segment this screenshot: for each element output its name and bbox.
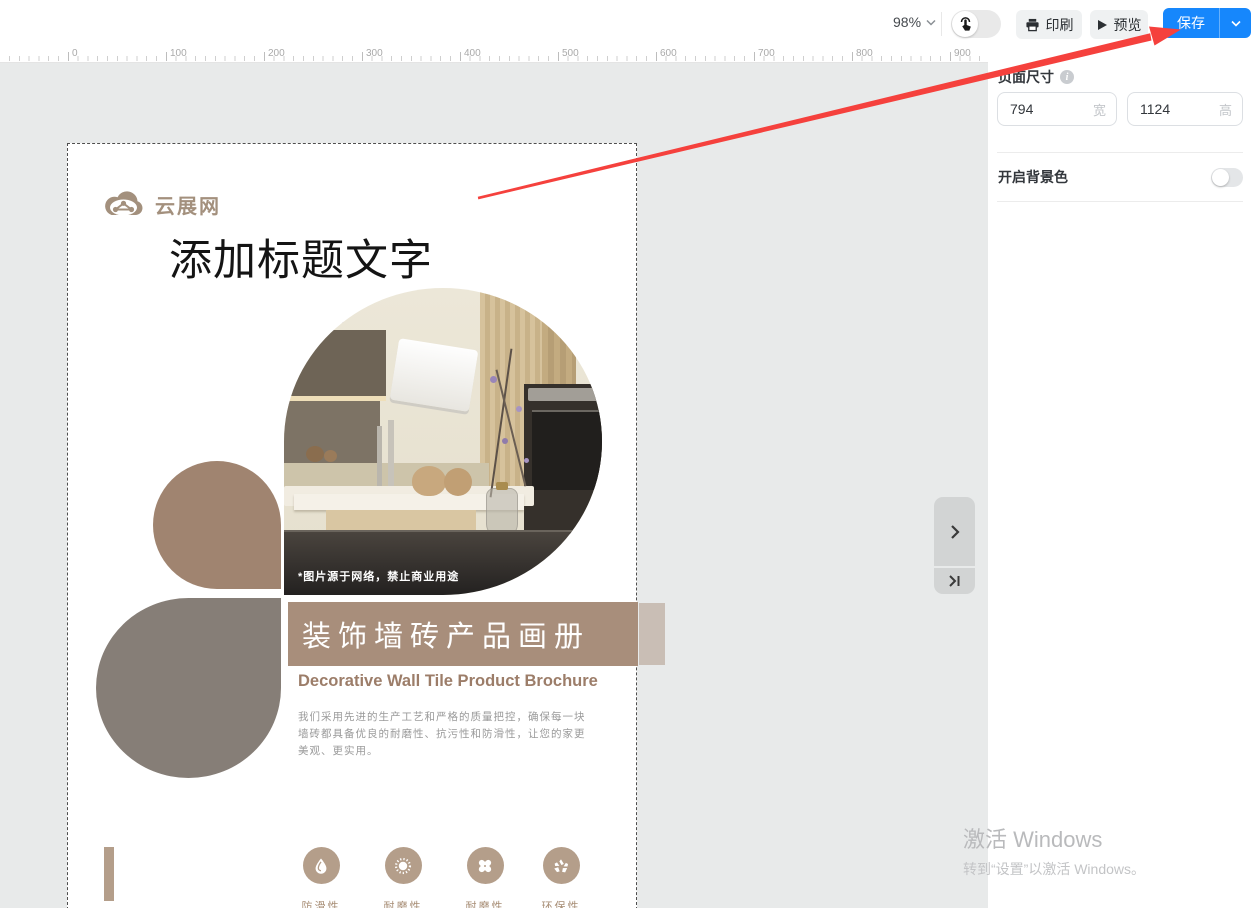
print-button[interactable]: 印刷 — [1016, 10, 1082, 39]
width-input-wrap: 宽 — [997, 92, 1117, 126]
panel-divider — [997, 201, 1243, 202]
title-banner[interactable]: 装饰墙砖产品画册 — [288, 602, 638, 666]
recycle-icon — [543, 847, 580, 884]
photo-wood-ball1 — [412, 466, 446, 496]
chevron-down-icon — [926, 19, 936, 26]
width-unit-label: 宽 — [1093, 100, 1106, 119]
feature-wear-resist-2[interactable]: 耐磨性 — [445, 847, 525, 908]
photo-cabinet-dark — [284, 330, 386, 396]
feature-anti-slip[interactable]: 防滑性 — [281, 847, 361, 908]
accent-bar-shape[interactable] — [104, 847, 114, 901]
photo-oven-glass — [532, 410, 602, 490]
photo-oven-handle — [528, 388, 602, 401]
toggle-knob — [1212, 169, 1229, 186]
chevron-right-icon — [947, 524, 963, 540]
preview-label: 预览 — [1114, 15, 1142, 35]
photo-decor-jar1 — [306, 446, 324, 462]
panel-divider — [997, 152, 1243, 153]
page-navigation — [934, 497, 975, 594]
photo-utensil1 — [377, 426, 382, 486]
ruler-tick: 700 — [754, 52, 755, 61]
photo-blossom4 — [524, 458, 529, 463]
ruler-minor-ticks — [9, 56, 988, 61]
photo-vase-neck — [496, 482, 508, 490]
last-page-button[interactable] — [934, 568, 975, 594]
feature-label: 耐磨性 — [363, 898, 443, 908]
image-source-caption[interactable]: *图片源于网络，禁止商业用途 — [298, 568, 459, 584]
photo-utensil2 — [388, 420, 394, 486]
description-text[interactable]: 我们采用先进的生产工艺和严格的质量把控，确保每一块墙砖都具备优良的耐磨性、抗污性… — [298, 709, 594, 760]
brown-teardrop-shape[interactable] — [153, 461, 281, 589]
bg-toggle-label: 开启背景色 — [998, 167, 1068, 187]
water-drop-icon — [303, 847, 340, 884]
yunzhanwang-logo[interactable]: 云展网 — [101, 190, 221, 219]
chevron-right-bar-icon — [947, 574, 963, 588]
page-selection-marquee[interactable]: 云展网 添加标题文字 — [67, 143, 637, 908]
ruler-tick: 100 — [166, 52, 167, 61]
feature-label: 环保性 — [521, 898, 601, 908]
next-page-button[interactable] — [934, 497, 975, 566]
printer-icon — [1025, 18, 1040, 32]
page-size-label: 页面尺寸 — [998, 67, 1054, 87]
logo-text: 云展网 — [155, 190, 221, 219]
ruler-tick: 400 — [460, 52, 461, 61]
bandage-icon — [467, 847, 504, 884]
design-canvas[interactable]: 云展网 添加标题文字 — [0, 63, 988, 908]
touch-hand-icon — [952, 11, 978, 37]
background-color-row: 开启背景色 — [998, 167, 1243, 187]
chevron-down-icon — [1231, 20, 1241, 27]
banner-title-text: 装饰墙砖产品画册 — [288, 613, 590, 655]
kitchen-photo[interactable] — [284, 288, 602, 595]
page-title-text[interactable]: 添加标题文字 — [169, 226, 433, 288]
height-unit-label: 高 — [1219, 100, 1232, 119]
info-icon[interactable]: i — [1060, 70, 1074, 84]
feature-label: 耐磨性 — [445, 898, 525, 908]
page-height-input[interactable] — [1128, 101, 1198, 117]
photo-wood-ball2 — [444, 468, 472, 496]
save-button[interactable]: 保存 — [1163, 8, 1219, 38]
top-toolbar: 98% 印刷 预览 保存 — [0, 0, 1255, 45]
photo-blossom2 — [516, 406, 522, 412]
banner-overflow-fragment — [639, 603, 665, 665]
page-size-section: 页面尺寸 i — [998, 67, 1074, 87]
height-input-wrap: 高 — [1127, 92, 1243, 126]
zoom-level-dropdown[interactable]: 98% — [893, 14, 936, 30]
zoom-level-value: 98% — [893, 14, 921, 30]
sun-icon — [385, 847, 422, 884]
english-subtitle[interactable]: Decorative Wall Tile Product Brochure — [298, 672, 598, 691]
gray-teardrop-shape[interactable] — [96, 598, 281, 778]
page-width-input[interactable] — [998, 101, 1068, 117]
toolbar-divider — [941, 12, 942, 36]
save-dropdown-button[interactable] — [1219, 8, 1251, 38]
hand-tool-toggle[interactable] — [951, 10, 1001, 38]
feature-label: 防滑性 — [281, 898, 361, 908]
photo-blossom3 — [502, 438, 508, 444]
bg-color-toggle[interactable] — [1211, 168, 1243, 187]
print-label: 印刷 — [1046, 15, 1074, 35]
ruler-tick: 900 — [950, 52, 951, 61]
photo-counter-dark — [284, 530, 602, 595]
ruler-tick: 200 — [264, 52, 265, 61]
feature-eco[interactable]: 环保性 — [521, 847, 601, 908]
horizontal-ruler: 0 100 200 300 400 500 600 700 800 900 — [0, 45, 988, 63]
play-icon — [1097, 19, 1108, 31]
photo-blossom1 — [490, 376, 497, 383]
ruler-tick: 800 — [852, 52, 853, 61]
ruler-tick: 500 — [558, 52, 559, 61]
properties-panel: 页面尺寸 i 宽 高 开启背景色 — [988, 45, 1255, 908]
photo-decor-jar2 — [324, 450, 337, 462]
save-split-button: 保存 — [1163, 8, 1251, 38]
photo-flower-topleft — [330, 312, 340, 322]
preview-button[interactable]: 预览 — [1090, 10, 1148, 39]
ruler-tick: 600 — [656, 52, 657, 61]
cloud-network-icon — [101, 191, 147, 219]
ruler-tick: 300 — [362, 52, 363, 61]
feature-wear-resist-1[interactable]: 耐磨性 — [363, 847, 443, 908]
ruler-tick: 0 — [68, 52, 69, 61]
editor-window: 云展网 添加标题文字 — [0, 0, 1255, 908]
photo-hood — [390, 338, 479, 412]
